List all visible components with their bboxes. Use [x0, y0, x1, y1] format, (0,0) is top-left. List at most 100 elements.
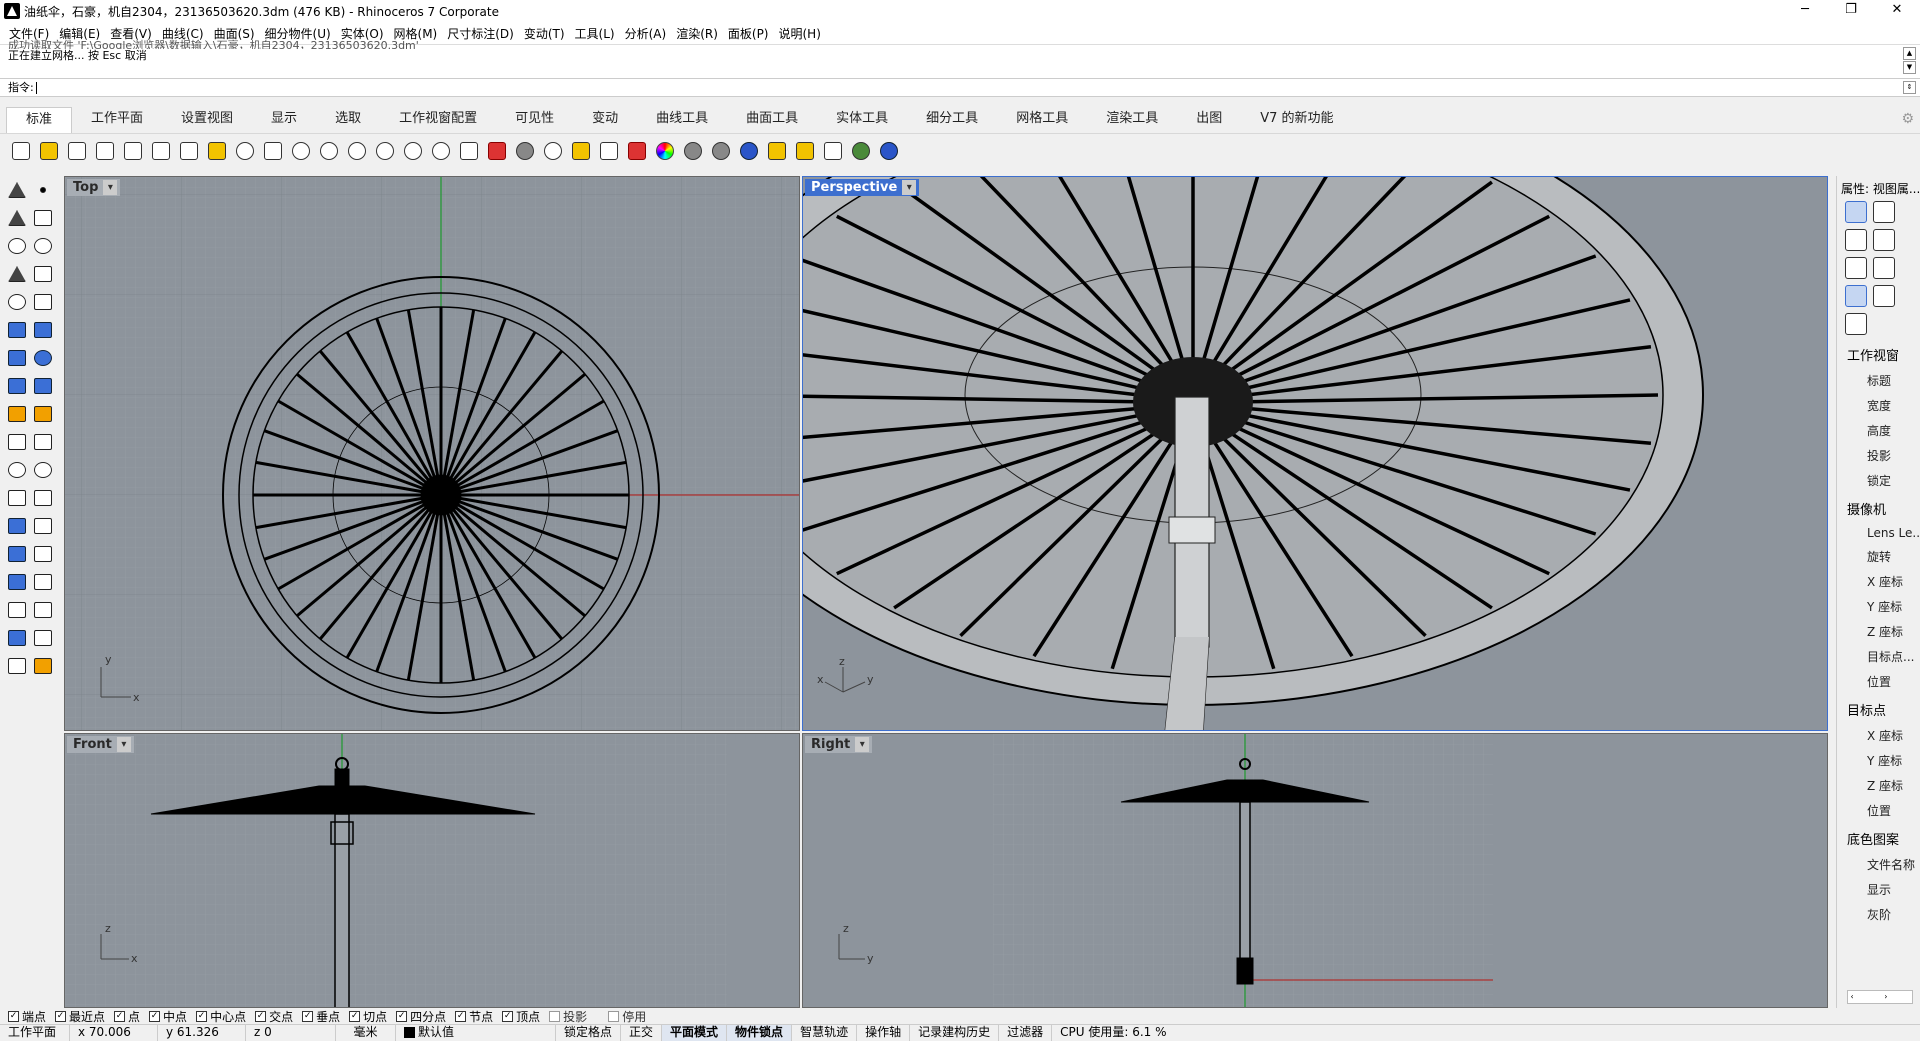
prop-camera-y[interactable]: Y 座标	[1837, 594, 1920, 619]
rectangle-icon[interactable]	[30, 262, 56, 286]
tab-transform[interactable]: 变动	[573, 107, 637, 133]
prop-lock[interactable]: 锁定	[1837, 468, 1920, 493]
fillet-curve-icon[interactable]	[30, 290, 56, 314]
viewport-top[interactable]: Top y x	[64, 176, 800, 731]
car-icon[interactable]	[484, 138, 510, 164]
cplane-icon[interactable]	[4, 570, 30, 594]
layer-panel-icon[interactable]	[1873, 257, 1895, 279]
prop-filename[interactable]: 文件名称	[1837, 852, 1920, 877]
tab-mesh-tools[interactable]: 网格工具	[997, 107, 1087, 133]
tab-surface-tools[interactable]: 曲面工具	[727, 107, 817, 133]
lock-icon[interactable]	[596, 138, 622, 164]
print-icon[interactable]	[92, 138, 118, 164]
status-units[interactable]: 毫米	[336, 1024, 396, 1041]
surface-points-icon[interactable]	[4, 318, 30, 342]
grasshopper-icon[interactable]	[848, 138, 874, 164]
status-ortho[interactable]: 正交	[621, 1024, 663, 1041]
snap-intersection[interactable]: ✓ 交点	[255, 1008, 293, 1025]
prop-target-y[interactable]: Y 座标	[1837, 748, 1920, 773]
prop-title[interactable]: 标题	[1837, 368, 1920, 393]
layer-icon[interactable]	[624, 138, 650, 164]
snap-point[interactable]: ✓ 点	[114, 1008, 140, 1025]
group-icon[interactable]	[4, 542, 30, 566]
snap-mid[interactable]: ✓ 中点	[149, 1008, 187, 1025]
viewport-front[interactable]: Front z x	[64, 733, 800, 1008]
pen-icon[interactable]	[1873, 201, 1895, 223]
curve-icon[interactable]	[30, 206, 56, 230]
command-line[interactable]: 指令: ⇕	[0, 78, 1920, 97]
prop-camera-x[interactable]: X 座标	[1837, 569, 1920, 594]
status-planar[interactable]: 平面模式	[662, 1024, 728, 1041]
point-icon[interactable]	[30, 178, 56, 202]
split-icon[interactable]	[30, 486, 56, 510]
folder-icon[interactable]	[1845, 229, 1867, 251]
dimension-icon[interactable]	[820, 138, 846, 164]
close-button[interactable]: ✕	[1874, 0, 1920, 22]
prop-camera-z[interactable]: Z 座标	[1837, 619, 1920, 644]
viewport-label-top[interactable]: Top	[67, 179, 121, 196]
text-icon[interactable]	[4, 514, 30, 538]
zoom-extents-icon[interactable]	[372, 138, 398, 164]
move-icon[interactable]	[4, 430, 30, 454]
snap-perpendicular[interactable]: ✓ 垂点	[302, 1008, 340, 1025]
edit-points-icon[interactable]	[30, 542, 56, 566]
prop-target-distance[interactable]: 目标点...	[1837, 644, 1920, 669]
render-settings-icon[interactable]	[1873, 285, 1895, 307]
status-grid-snap[interactable]: 锁定格点	[556, 1024, 622, 1041]
plane-icon[interactable]	[30, 374, 56, 398]
blocks-icon[interactable]	[4, 654, 30, 678]
tab-solid-tools[interactable]: 实体工具	[817, 107, 907, 133]
zoom-selected-icon[interactable]	[400, 138, 426, 164]
snap-project[interactable]: 投影	[549, 1008, 587, 1025]
snap-quad[interactable]: ✓ 四分点	[396, 1008, 446, 1025]
circle-icon[interactable]	[4, 234, 30, 258]
viewport-frame-icon[interactable]	[1845, 313, 1867, 335]
snap-knot[interactable]: ✓ 节点	[455, 1008, 493, 1025]
array-icon[interactable]	[4, 598, 30, 622]
snap-near[interactable]: ✓ 最近点	[55, 1008, 105, 1025]
globe-icon[interactable]	[736, 138, 762, 164]
command-spinner[interactable]: ⇕	[1903, 81, 1916, 94]
minimize-button[interactable]: ─	[1782, 0, 1828, 22]
snap-disable[interactable]: 停用	[608, 1008, 646, 1025]
prop-width[interactable]: 宽度	[1837, 393, 1920, 418]
align-icon[interactable]	[30, 430, 56, 454]
tab-render-tools[interactable]: 渲染工具	[1087, 107, 1177, 133]
box-icon[interactable]	[4, 346, 30, 370]
viewport-label-perspective[interactable]: Perspective	[805, 179, 920, 196]
tab-new-in-v7[interactable]: V7 的新功能	[1241, 107, 1352, 133]
paint-icon[interactable]	[30, 654, 56, 678]
save-icon[interactable]	[64, 138, 90, 164]
prop-rotation[interactable]: 旋转	[1837, 544, 1920, 569]
light-tool-icon[interactable]	[30, 402, 56, 426]
analyze-icon[interactable]	[30, 598, 56, 622]
boolean-difference-icon[interactable]	[4, 458, 30, 482]
snap-center[interactable]: ✓ 中心点	[196, 1008, 246, 1025]
prop-camera-position[interactable]: 位置	[1837, 669, 1920, 694]
copy-icon[interactable]	[176, 138, 202, 164]
prop-grayscale[interactable]: 灰阶	[1837, 902, 1920, 927]
prop-target-x[interactable]: X 座标	[1837, 723, 1920, 748]
polygon-icon[interactable]	[4, 290, 30, 314]
tab-set-view[interactable]: 设置视图	[162, 107, 252, 133]
tab-display[interactable]: 显示	[252, 107, 316, 133]
status-osnap[interactable]: 物件锁点	[727, 1024, 793, 1041]
tab-visibility[interactable]: 可见性	[496, 107, 573, 133]
viewport-right[interactable]: Right z y	[802, 733, 1828, 1008]
maximize-button[interactable]: ❐	[1828, 0, 1874, 22]
status-smarttrack[interactable]: 智慧轨迹	[792, 1024, 858, 1041]
tab-viewport-layout[interactable]: 工作视窗配置	[380, 107, 496, 133]
trim-icon[interactable]	[4, 486, 30, 510]
undo-icon[interactable]	[232, 138, 258, 164]
viewport-perspective[interactable]: Perspective z y x	[802, 176, 1828, 731]
snap-end[interactable]: ✓ 端点	[8, 1008, 46, 1025]
dimension-tool-icon[interactable]	[30, 514, 56, 538]
material-icon[interactable]	[708, 138, 734, 164]
explode-icon[interactable]	[30, 458, 56, 482]
snap-grid-icon[interactable]	[30, 570, 56, 594]
tab-curve-tools[interactable]: 曲线工具	[637, 107, 727, 133]
panel-horizontal-scrollbar[interactable]: ‹ ›	[1847, 990, 1913, 1004]
prop-show[interactable]: 显示	[1837, 877, 1920, 902]
arc-icon[interactable]	[4, 262, 30, 286]
prop-lens-length[interactable]: Lens Le...	[1837, 522, 1920, 544]
